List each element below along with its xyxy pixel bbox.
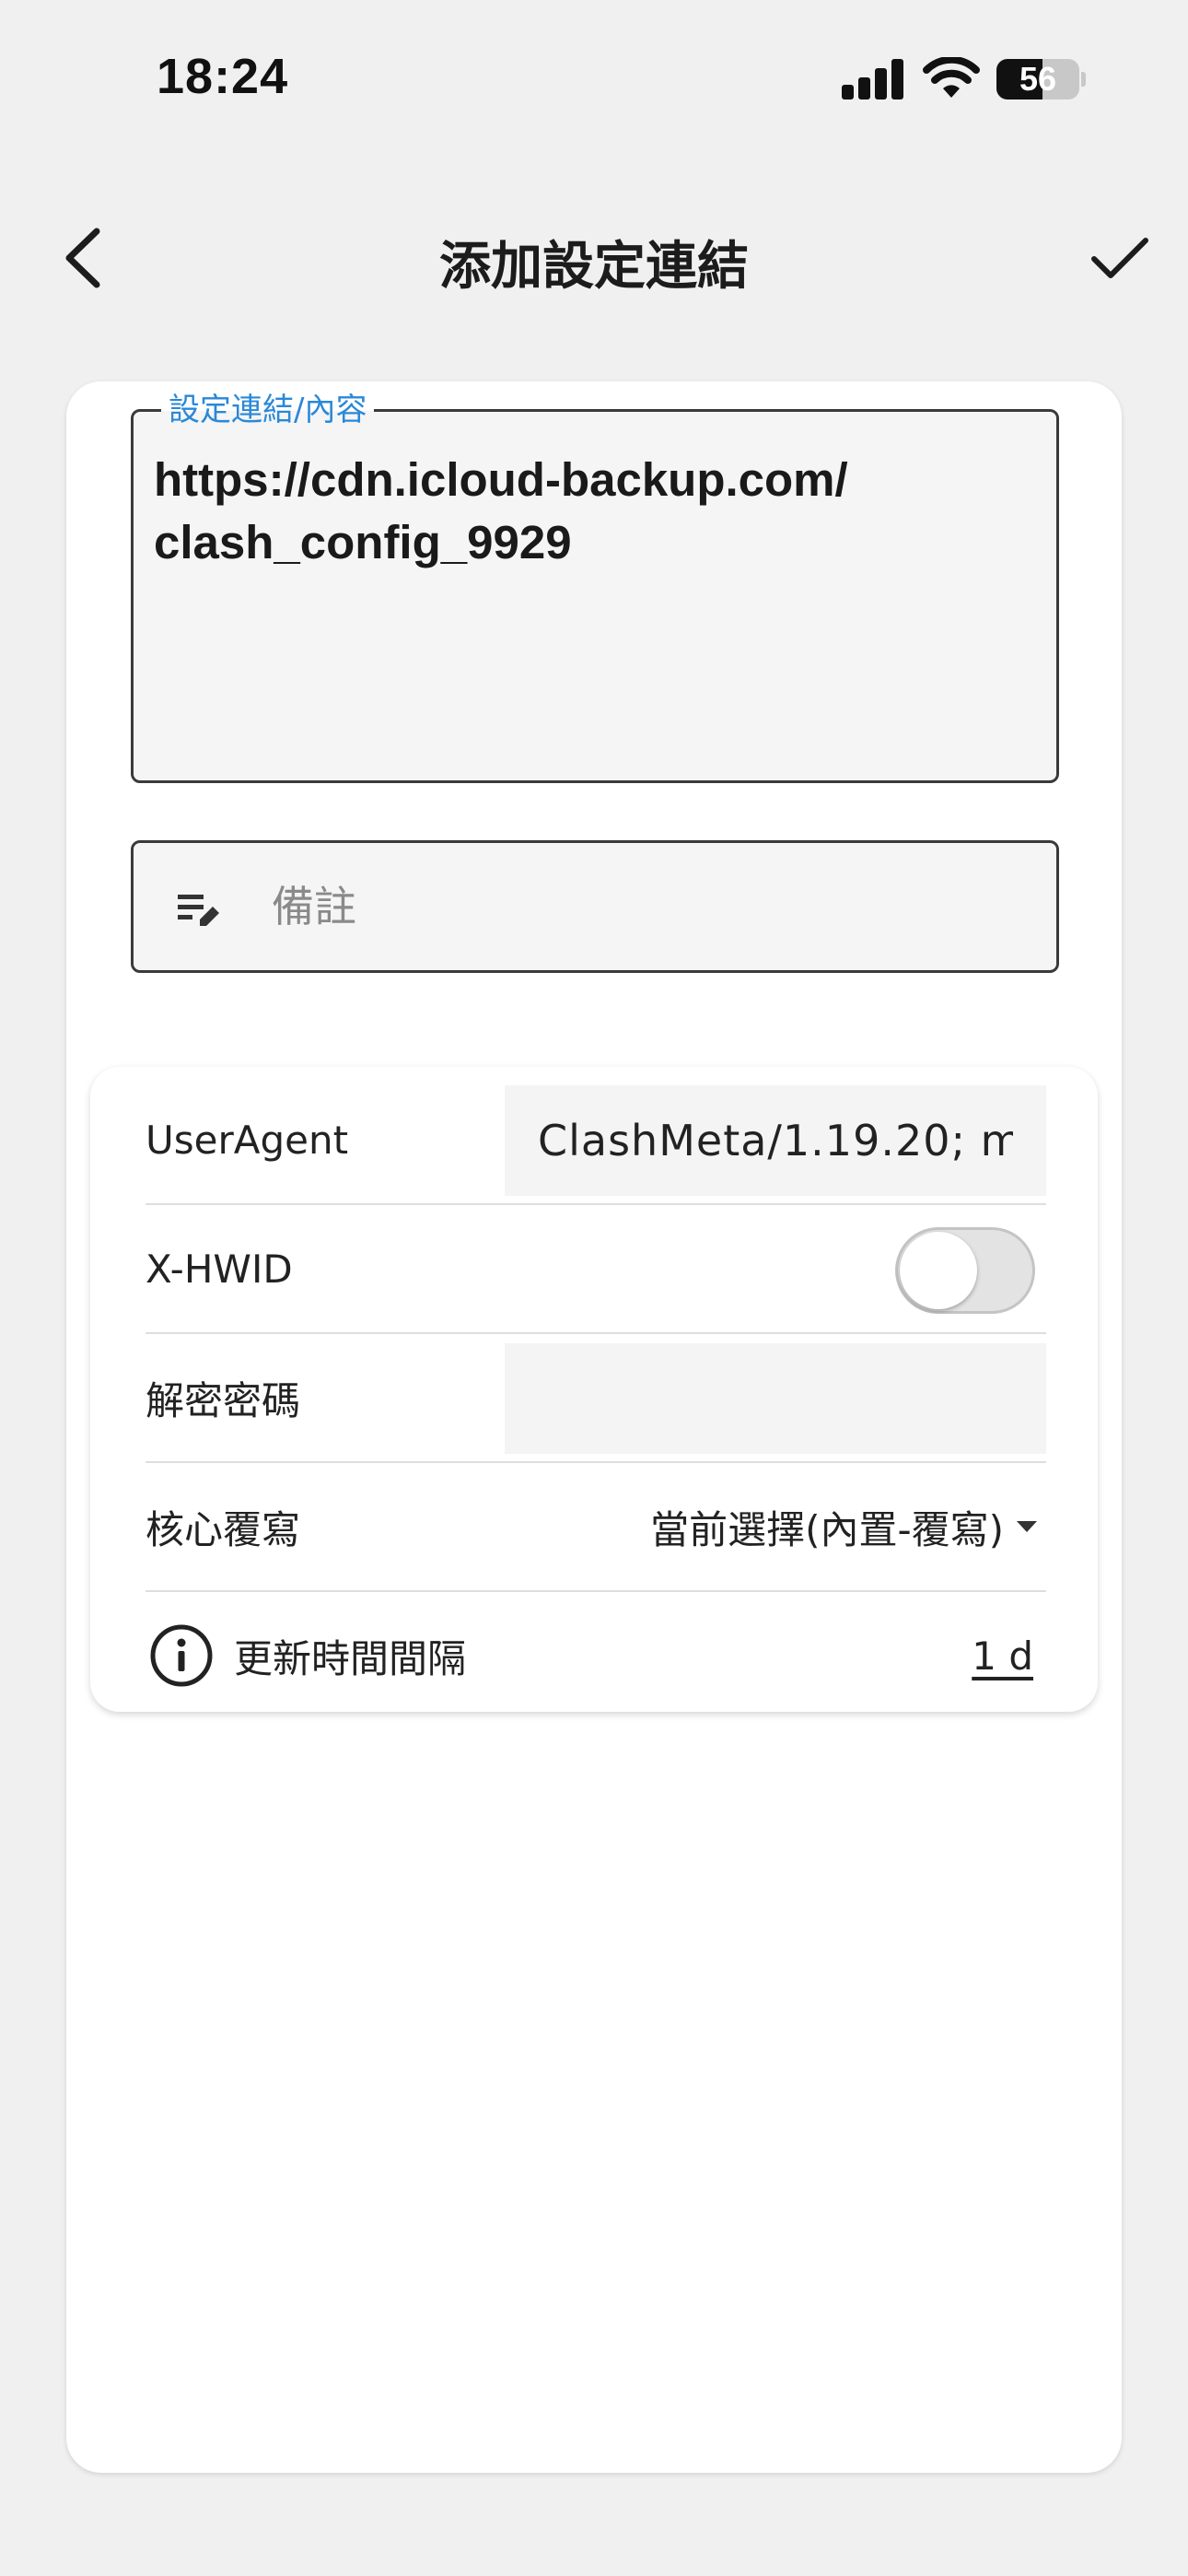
user-agent-input[interactable] bbox=[505, 1085, 1046, 1196]
battery-level: 56 bbox=[1019, 60, 1057, 98]
dropdown-arrow-icon bbox=[1017, 1521, 1037, 1532]
confirm-button[interactable] bbox=[1074, 212, 1166, 304]
battery-tip bbox=[1081, 72, 1086, 87]
config-url-field[interactable]: 設定連結/內容 https://cdn.icloud-backup.com/ c… bbox=[131, 390, 1059, 783]
checkmark-icon bbox=[1091, 238, 1148, 278]
x-hwid-label: X-HWID bbox=[146, 1246, 293, 1292]
status-time: 18:24 bbox=[157, 49, 289, 104]
config-url-value[interactable]: https://cdn.icloud-backup.com/ clash_con… bbox=[154, 449, 1029, 574]
user-agent-row: UserAgent bbox=[146, 1076, 1046, 1205]
note-field[interactable] bbox=[131, 840, 1059, 973]
x-hwid-row: X-HWID bbox=[146, 1205, 1046, 1334]
form-sheet: 設定連結/內容 https://cdn.icloud-backup.com/ c… bbox=[66, 381, 1122, 2473]
user-agent-label: UserAgent bbox=[146, 1117, 349, 1163]
status-bar: 18:24 56 bbox=[0, 0, 1188, 138]
note-input[interactable] bbox=[272, 843, 1027, 970]
update-interval-label: 更新時間間隔 bbox=[234, 1635, 467, 1681]
decrypt-password-input[interactable] bbox=[505, 1343, 1046, 1454]
decrypt-password-field[interactable] bbox=[505, 1343, 1046, 1454]
user-agent-field[interactable] bbox=[505, 1085, 1046, 1196]
toggle-knob bbox=[900, 1232, 977, 1309]
decrypt-password-label: 解密密碼 bbox=[146, 1377, 301, 1423]
app-bar: 添加設定連結 bbox=[0, 184, 1188, 332]
core-override-label: 核心覆寫 bbox=[146, 1506, 301, 1552]
core-override-selected: 當前選擇(內置-覆寫) bbox=[650, 1506, 1004, 1552]
x-hwid-toggle[interactable] bbox=[895, 1227, 1035, 1314]
core-override-dropdown[interactable]: 當前選擇(內置-覆寫) bbox=[650, 1463, 1037, 1590]
settings-card: UserAgent X-HWID 解密密碼 核心覆寫 當前選擇(內置-覆寫) bbox=[90, 1067, 1098, 1712]
edit-note-icon bbox=[178, 895, 219, 926]
decrypt-password-row: 解密密碼 bbox=[146, 1334, 1046, 1463]
battery-icon: 56 bbox=[996, 59, 1079, 100]
page-title: 添加設定連結 bbox=[439, 237, 749, 297]
wifi-icon bbox=[923, 57, 980, 98]
core-override-row: 核心覆寫 當前選擇(內置-覆寫) bbox=[146, 1463, 1046, 1592]
update-interval-row: 更新時間間隔 1 d bbox=[146, 1592, 1046, 1721]
info-icon[interactable] bbox=[149, 1623, 214, 1688]
cellular-signal-icon bbox=[842, 59, 904, 100]
update-interval-value[interactable]: 1 d bbox=[972, 1592, 1033, 1719]
config-url-label: 設定連結/內容 bbox=[161, 390, 375, 430]
